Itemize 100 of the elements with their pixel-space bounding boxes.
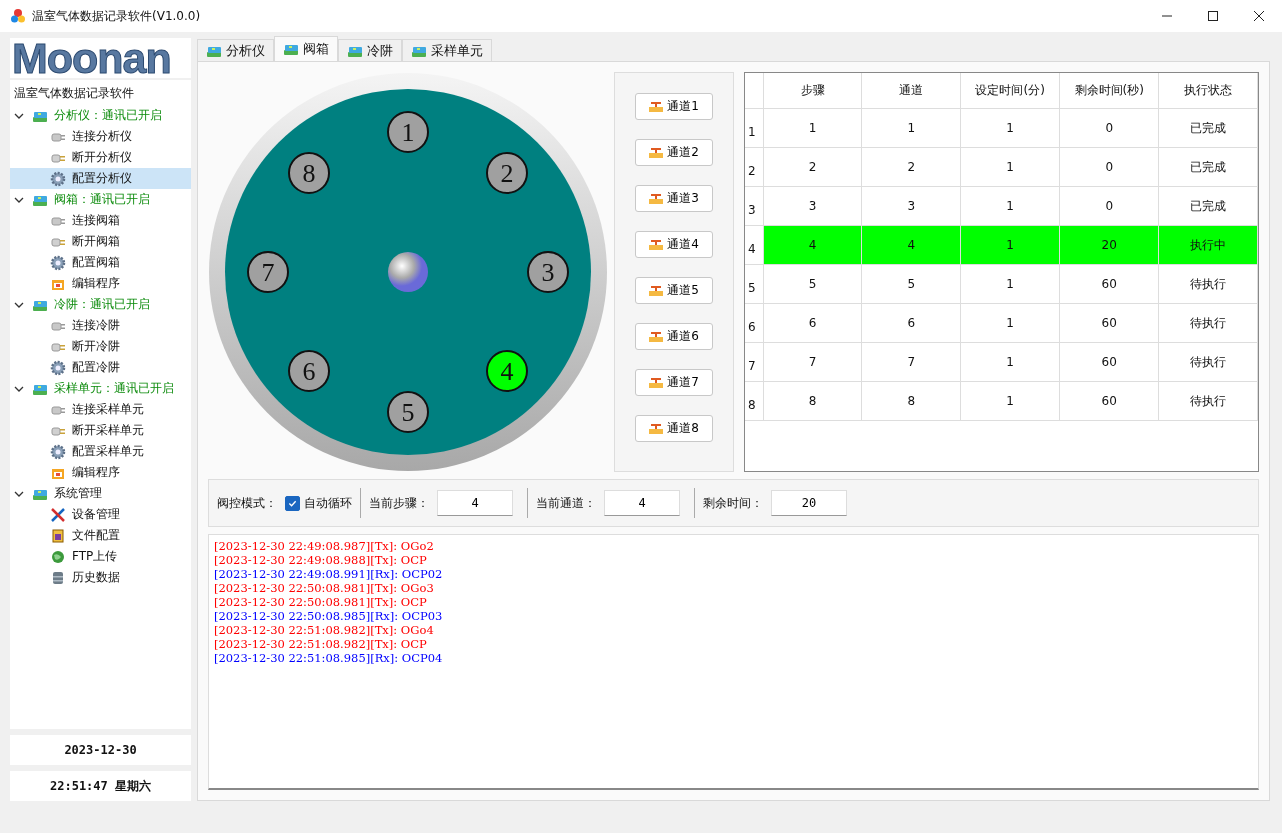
checkbox-label[interactable]: 自动循环 [304,494,352,512]
channel-button[interactable]: 通道3 [635,185,713,212]
value-field[interactable]: 4 [604,490,680,516]
valve-port: 1 [387,111,429,153]
app-icon [10,8,26,24]
tree-item[interactable]: 配置采样单元 [10,441,191,462]
table-cell: 7 [763,342,862,382]
tree-item[interactable]: 连接冷阱 [10,315,191,336]
value-field[interactable]: 20 [771,490,847,516]
table-cell: 6 [861,303,961,343]
table-cell: 4 [861,225,961,265]
channel-button[interactable]: 通道6 [635,323,713,350]
table-cell: 3 [861,186,961,226]
valve-port: 3 [527,251,569,293]
tree-item[interactable]: 配置阀箱 [10,252,191,273]
tree-item[interactable]: 编辑程序 [10,273,191,294]
table-cell: 6 [763,303,862,343]
table-cell: 1 [960,381,1060,421]
table-cell: 1 [960,108,1060,148]
tree-group[interactable]: 冷阱：通讯已开启 [10,294,191,315]
table-cell: 20 [1059,225,1159,265]
column-header: 剩余时间(秒) [1059,73,1159,109]
row-number: 4 [745,225,764,265]
column-header: 步骤 [763,73,862,109]
tree-item[interactable]: 设备管理 [10,504,191,525]
channel-button[interactable]: 通道4 [635,231,713,258]
log-line: [2023-12-30 22:49:08.987][Tx]: OGo2 [214,539,434,553]
valve-icon [649,422,664,435]
tab[interactable]: 冷阱 [338,39,402,61]
row-number: 3 [745,186,764,226]
table-cell: 5 [861,264,961,304]
group-label: 冷阱：通讯已开启 [54,296,150,313]
channel-button[interactable]: 通道7 [635,369,713,396]
table-cell: 待执行 [1158,381,1258,421]
valve-port: 8 [288,152,330,194]
valve-port: 4 [486,350,528,392]
channel-button[interactable]: 通道8 [635,415,713,442]
group-label: 阀箱：通讯已开启 [54,191,150,208]
tree-group[interactable]: 阀箱：通讯已开启 [10,189,191,210]
column-header: 通道 [861,73,961,109]
field-label: 当前通道： [536,494,596,512]
log-line: [2023-12-30 22:51:08.982][Tx]: OCP [214,637,427,651]
tree-item[interactable]: 连接采样单元 [10,399,191,420]
tree-group[interactable]: 采样单元：通讯已开启 [10,378,191,399]
channel-button[interactable]: 通道1 [635,93,713,120]
tab[interactable]: 阀箱 [274,36,338,61]
table-cell: 1 [960,303,1060,343]
table-cell: 3 [763,186,862,226]
time-display: 22:51:47 星期六 [10,771,191,801]
table-cell: 待执行 [1158,303,1258,343]
row-number: 7 [745,342,764,382]
channel-button[interactable]: 通道2 [635,139,713,166]
tools-icon [50,506,66,523]
gear-icon [50,254,66,271]
tree-item[interactable]: FTP上传 [10,546,191,567]
tree-item[interactable]: 编辑程序 [10,462,191,483]
table-cell: 1 [960,147,1060,187]
table-cell: 已完成 [1158,186,1258,226]
table-cell: 0 [1059,108,1159,148]
field-label: 当前步骤： [369,494,429,512]
table-cell: 1 [861,108,961,148]
tree-item[interactable]: 断开分析仪 [10,147,191,168]
tab[interactable]: 采样单元 [402,39,492,61]
tree-title: 温室气体数据记录软件 [13,85,135,102]
tree-group[interactable]: 分析仪：通讯已开启 [10,105,191,126]
log-line: [2023-12-30 22:51:08.985][Rx]: OCP04 [214,651,443,665]
tree-item[interactable]: 配置分析仪 [10,168,191,189]
valve-icon [649,192,664,205]
row-number: 2 [745,147,764,187]
table-cell: 已完成 [1158,147,1258,187]
table-cell: 8 [861,381,961,421]
table-cell: 60 [1059,303,1159,343]
gear-icon [50,443,66,460]
channel-button[interactable]: 通道5 [635,277,713,304]
table-cell: 已完成 [1158,108,1258,148]
tree-item[interactable]: 断开冷阱 [10,336,191,357]
tab[interactable]: 分析仪 [197,39,274,61]
valve-icon [649,100,664,113]
table-cell: 0 [1059,147,1159,187]
checkbox[interactable] [285,495,300,511]
database-icon [50,569,66,586]
table-cell: 待执行 [1158,342,1258,382]
tree-group[interactable]: 系统管理 [10,483,191,504]
table-cell: 1 [960,264,1060,304]
row-number: 1 [745,108,764,148]
tree-item[interactable]: 连接分析仪 [10,126,191,147]
tree-item[interactable]: 文件配置 [10,525,191,546]
table-cell: 1 [763,108,862,148]
value-field[interactable]: 4 [437,490,513,516]
table-cell: 5 [763,264,862,304]
tree-item[interactable]: 配置冷阱 [10,357,191,378]
tree-item[interactable]: 连接阀箱 [10,210,191,231]
log-line: [2023-12-30 22:51:08.982][Tx]: OGo4 [214,623,434,637]
table-cell: 2 [763,147,862,187]
tree-item[interactable]: 断开采样单元 [10,420,191,441]
tree-item[interactable]: 断开阀箱 [10,231,191,252]
table-cell: 60 [1059,264,1159,304]
tree-item[interactable]: 历史数据 [10,567,191,588]
valve-icon [649,376,664,389]
group-label: 采样单元：通讯已开启 [54,380,174,397]
